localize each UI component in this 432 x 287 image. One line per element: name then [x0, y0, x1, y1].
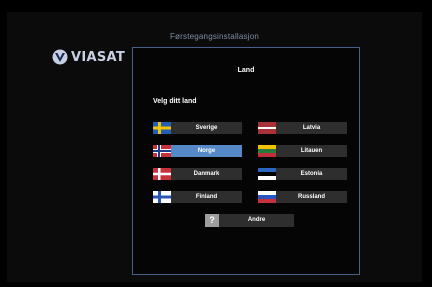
country-label: Danmark: [193, 171, 220, 177]
page-title: Førstegangsinstallasjon: [169, 32, 260, 41]
country-label: Litauen: [300, 148, 323, 154]
country-label: Andre: [247, 217, 266, 223]
finland-flag-icon: [153, 191, 171, 203]
sweden-flag-icon: [153, 122, 171, 134]
norway-flag-icon: [153, 145, 171, 157]
question-mark-icon: ?: [205, 214, 219, 227]
country-option-latvia[interactable]: Latvia: [258, 122, 347, 134]
country-label: Russland: [297, 194, 325, 200]
country-option-norge[interactable]: Norge: [153, 145, 242, 157]
country-dialog: Land Velg ditt land Sverige Latvia Norge…: [132, 47, 360, 275]
country-option-litauen[interactable]: Litauen: [258, 145, 347, 157]
tv-screen: Førstegangsinstallasjon VIASAT Land Velg…: [7, 12, 422, 282]
country-label: Finland: [195, 194, 218, 200]
country-label: Estonia: [300, 171, 323, 177]
viasat-logo: VIASAT: [52, 48, 125, 66]
country-option-danmark[interactable]: Danmark: [153, 168, 242, 180]
country-label: Sverige: [195, 125, 218, 131]
country-option-estonia[interactable]: Estonia: [258, 168, 347, 180]
russia-flag-icon: [258, 191, 276, 203]
dialog-title: Land: [237, 67, 255, 74]
country-option-finland[interactable]: Finland: [153, 191, 242, 203]
country-option-andre[interactable]: ? Andre: [205, 214, 294, 227]
country-label: Latvia: [302, 125, 321, 131]
viasat-emblem-icon: [52, 49, 68, 65]
country-option-sverige[interactable]: Sverige: [153, 122, 242, 134]
estonia-flag-icon: [258, 168, 276, 180]
lithuania-flag-icon: [258, 145, 276, 157]
country-label: Norge: [197, 148, 216, 154]
denmark-flag-icon: [153, 168, 171, 180]
latvia-flag-icon: [258, 122, 276, 134]
brand-name: VIASAT: [71, 49, 126, 65]
country-option-russland[interactable]: Russland: [258, 191, 347, 203]
dialog-prompt: Velg ditt land: [153, 98, 197, 105]
